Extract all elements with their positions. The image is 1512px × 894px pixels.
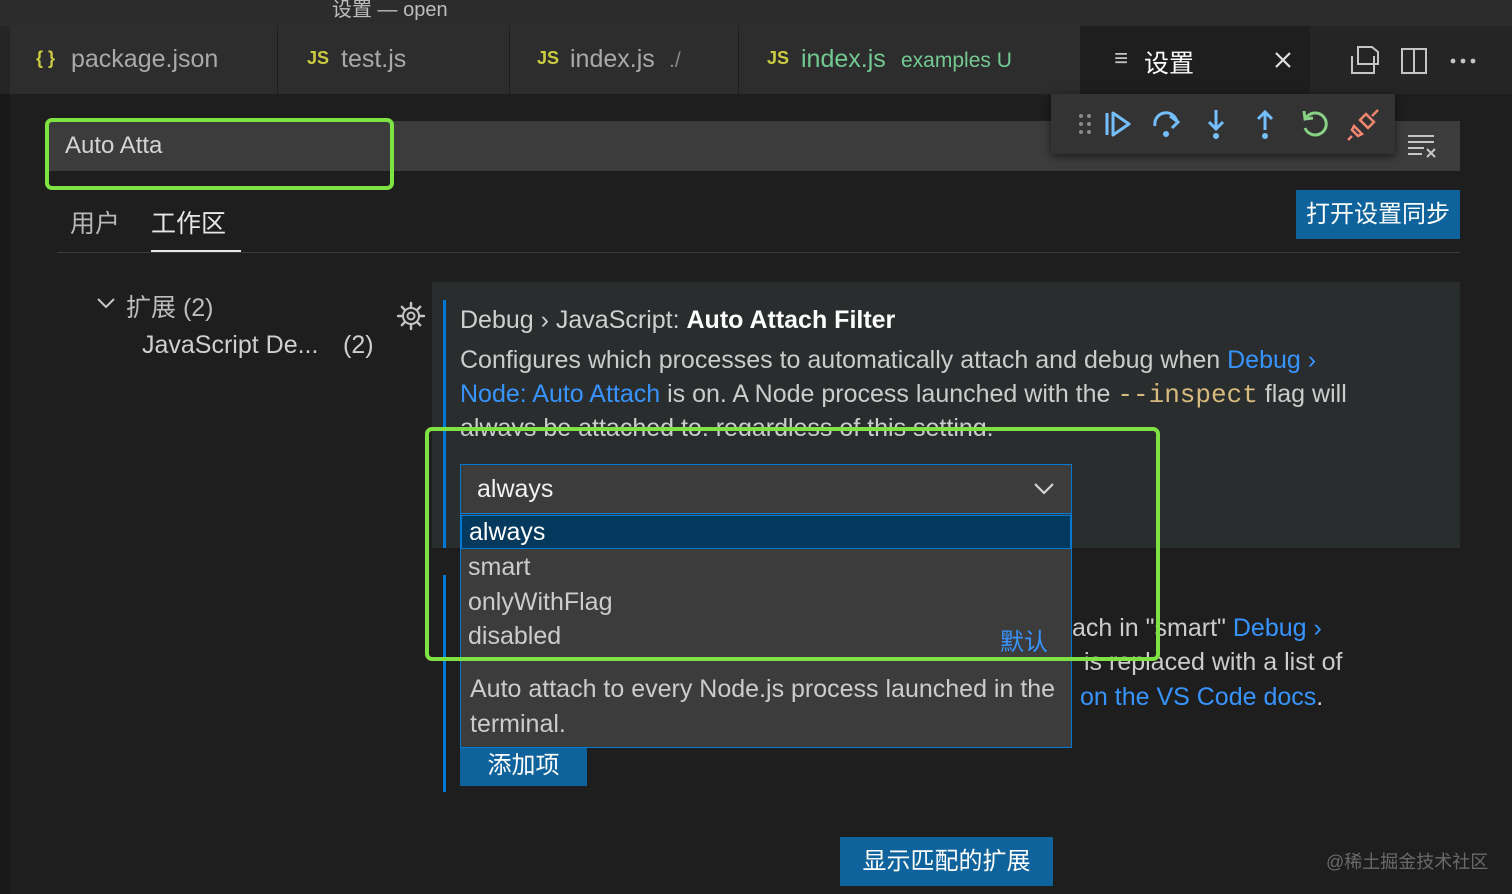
second-setting-text-3: on the VS Code docs. bbox=[1080, 683, 1324, 711]
split-editor-icon[interactable] bbox=[1400, 47, 1428, 75]
js-file-icon: JS bbox=[537, 48, 560, 68]
continue-icon[interactable] bbox=[1099, 106, 1135, 142]
setting-focus-indicator bbox=[443, 300, 446, 548]
tab-label: 设置 bbox=[1144, 50, 1195, 78]
toc-group-extensions[interactable]: 扩展 (2) bbox=[126, 288, 214, 324]
add-item-button[interactable]: 添加项 bbox=[460, 746, 587, 786]
setting-breadcrumb: Debug › JavaScript: bbox=[460, 306, 687, 334]
second-setting-link-debug[interactable]: Debug › bbox=[1233, 614, 1322, 642]
tab-label: index.js bbox=[801, 45, 886, 73]
settings-file-icon: ≡ bbox=[1114, 45, 1129, 72]
tab-label: package.json bbox=[71, 45, 219, 73]
option-only-with-flag[interactable]: onlyWithFlag bbox=[461, 585, 1071, 619]
toc-item-javascript-debugger[interactable]: JavaScript De... bbox=[142, 331, 318, 360]
inline-code: --inspect bbox=[1117, 380, 1258, 410]
restart-icon[interactable] bbox=[1297, 106, 1333, 142]
activity-edge bbox=[0, 94, 10, 894]
setting-description-line-3: always be attached to, regardless of thi… bbox=[460, 414, 994, 436]
watermark: @稀土掘金技术社区 bbox=[1326, 852, 1489, 872]
tab-test-js[interactable]: JS test.js bbox=[278, 26, 510, 94]
drag-handle-icon[interactable] bbox=[1067, 106, 1103, 142]
debug-toolbar bbox=[1051, 94, 1395, 154]
second-setting-text-1: ach in "smart" Debug › bbox=[1072, 614, 1322, 642]
setting-description-line-2: Node: Auto Attach is on. A Node process … bbox=[460, 380, 1347, 410]
option-disabled[interactable]: disabled bbox=[461, 619, 1071, 653]
scope-tab-user[interactable]: 用户 bbox=[70, 204, 120, 240]
chevron-down-icon[interactable] bbox=[96, 293, 116, 313]
setting-title: Debug › JavaScript: Auto Attach Filter bbox=[460, 306, 895, 335]
vscode-docs-link[interactable]: on the VS Code docs bbox=[1080, 683, 1316, 711]
second-setting-text-2: is replaced with a list of bbox=[1084, 648, 1343, 676]
step-out-icon[interactable] bbox=[1247, 106, 1283, 142]
more-actions-icon[interactable] bbox=[1449, 57, 1477, 65]
clear-filter-icon[interactable] bbox=[1404, 130, 1440, 160]
tab-description: ./ bbox=[669, 49, 681, 72]
select-value: always bbox=[477, 475, 554, 503]
window-title: 设置 — open bbox=[332, 0, 448, 21]
title-bar bbox=[0, 0, 1512, 26]
default-badge: 默认 bbox=[1000, 629, 1048, 656]
tab-package-json[interactable]: { } package.json bbox=[10, 26, 278, 94]
gear-icon[interactable] bbox=[396, 301, 426, 331]
divider bbox=[57, 252, 1460, 253]
option-description: Auto attach to every Node.js process lau… bbox=[470, 675, 1056, 738]
open-settings-json-icon[interactable] bbox=[1348, 46, 1380, 76]
step-over-icon[interactable] bbox=[1148, 106, 1184, 142]
tab-label: index.js bbox=[570, 45, 655, 73]
option-smart[interactable]: smart bbox=[461, 550, 1071, 584]
setting-name: Auto Attach Filter bbox=[686, 306, 896, 334]
open-settings-sync-button[interactable]: 打开设置同步 bbox=[1296, 190, 1460, 239]
show-matching-extensions-button[interactable]: 显示匹配的扩展 bbox=[840, 837, 1053, 886]
settings-search-input[interactable] bbox=[47, 121, 393, 171]
close-icon[interactable] bbox=[1274, 51, 1292, 69]
setting-description-line-1: Configures which processes to automatica… bbox=[460, 346, 1317, 374]
step-into-icon[interactable] bbox=[1198, 106, 1234, 142]
setting-link-node-auto-attach[interactable]: Node: Auto Attach bbox=[460, 380, 660, 408]
scope-tab-workspace[interactable]: 工作区 bbox=[151, 204, 226, 240]
divider bbox=[461, 659, 1071, 660]
tab-label: test.js bbox=[341, 45, 407, 73]
toc-item-count: (2) bbox=[343, 331, 374, 359]
tab-settings[interactable]: ≡ 设置 bbox=[1081, 26, 1310, 94]
editor-tab-bar: { } package.json JS test.js JS index.js … bbox=[0, 26, 1512, 94]
json-file-icon: { } bbox=[36, 48, 56, 68]
js-file-icon: JS bbox=[767, 48, 790, 68]
tab-description: examples U bbox=[901, 49, 1012, 72]
js-file-icon: JS bbox=[307, 48, 330, 68]
second-setting-indicator bbox=[443, 575, 446, 792]
chevron-down-icon bbox=[1034, 483, 1054, 495]
disconnect-icon[interactable] bbox=[1346, 106, 1382, 142]
setting-link-debug[interactable]: Debug › bbox=[1227, 346, 1316, 374]
tab-index-js-examples[interactable]: JS index.js examples U bbox=[739, 26, 1081, 94]
tab-index-js-root[interactable]: JS index.js ./ bbox=[510, 26, 739, 94]
option-always[interactable]: always bbox=[461, 515, 1071, 549]
